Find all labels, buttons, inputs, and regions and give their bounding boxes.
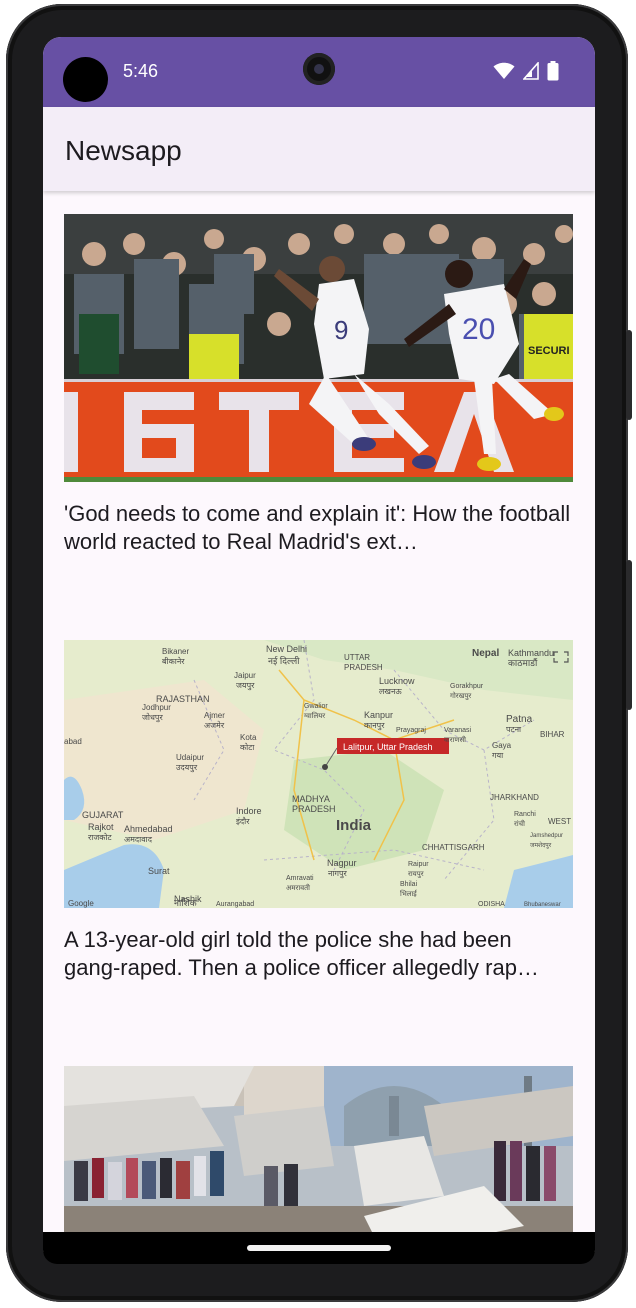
map-label: Rajkot [88,822,114,832]
player-number-20: 20 [462,313,495,346]
power-button [626,330,632,420]
map-label: PRADESH [344,663,383,672]
map-label: गया [492,751,504,760]
map-label: New Delhi [266,644,307,654]
map-label: CHHATTISGARH [422,843,485,852]
map-label: जयपुर [236,681,255,691]
article-list[interactable]: SECURI 9 20 'God needs to come and expla… [43,191,595,1263]
security-vest-text: SECURI [528,345,570,357]
map-label: रांची [514,819,525,828]
map-label: Bhubaneswar [524,902,561,908]
map-label: Prayagraj [396,727,426,734]
map-label: BIHAR [540,730,565,739]
map-label: abad [64,737,82,746]
map-label: Aurangabad [216,901,254,908]
article-title[interactable]: 'God needs to come and explain it': How … [64,500,573,556]
map-label: Jaipur [234,671,256,680]
map-label: Raipur [408,861,429,868]
map-label: Patna [506,714,533,725]
map-label: नाशिक [174,897,198,908]
map-label: GUJARAT [82,810,124,820]
map-label: Indore [236,806,262,816]
status-bar: 5:46 [43,37,595,107]
map-label: PRADESH [292,804,336,814]
map-label: वाराणसी [444,735,466,744]
app-bar: Newsapp [43,107,595,191]
map-label: Udaipur [176,753,204,762]
map-label: Amravati [286,875,314,882]
map-label: Kota [240,733,257,742]
map-label: India [336,817,372,834]
map-label: Lucknow [379,676,415,686]
device-screen: 5:46 Newsapp SECURI 9 20 'God needs to c… [43,37,595,1263]
map-label: Bikaner [162,647,189,656]
map-label: Gaya [492,741,512,750]
battery-icon [547,61,559,81]
map-label: गोरखपुर [450,691,471,700]
article-card[interactable]: Lalitpur, Uttar Pradesh Nepal Kathmandu का… [64,640,574,982]
map-label: अमरावती [286,883,310,892]
map-label: पटना [506,725,522,734]
map-label: Jodhpur [142,703,171,712]
map-label: राजकोट [88,832,112,842]
map-label: Nepal [472,648,499,659]
map-label: अमदावाद [124,835,153,844]
volume-button [626,560,632,710]
map-label: बीकानेर [162,656,185,666]
map-label: लखनऊ [379,687,402,696]
map-label: जमशेदपुर [530,841,552,849]
navigation-bar [43,1232,595,1264]
map-label: Nagpur [327,858,357,868]
map-label: WEST [548,817,571,826]
map-label: ग्वालियर [304,711,325,720]
signal-icon [523,62,539,80]
map-label: Ranchi [514,811,536,818]
front-camera-left [63,57,108,102]
map-label: Ajmer [204,711,225,720]
map-label: काठमाडौं [508,657,538,668]
map-label: MADHYA [292,794,330,804]
map-marker-label: Lalitpur, Uttar Pradesh [343,742,433,752]
map-label: भिलाई [400,889,418,898]
front-camera-center [303,53,335,85]
map-label: अजमेर [204,720,225,730]
map-label: ODISHA [478,901,505,908]
wifi-icon [493,62,515,79]
map-label: नई दिल्ली [268,655,300,666]
map-label: Jamshedpur [530,833,563,839]
map-label: कोटा [240,742,255,752]
map-label: कानपुर [364,721,385,731]
map-label: Kathmandu [508,648,554,658]
map-label: Kanpur [364,710,393,720]
status-time: 5:46 [123,61,159,81]
map-label: Gwalior [304,703,328,710]
map-label: इंदौर [236,816,250,826]
map-label: Ahmedabad [124,824,173,834]
home-gesture-handle[interactable] [247,1245,391,1251]
status-icons [493,61,559,81]
map-label: नागपुर [328,869,348,879]
map-label: Gorakhpur [450,683,484,690]
map-label: रायपुर [408,871,424,878]
app-title: Newsapp [65,135,182,166]
article-image-football[interactable]: SECURI 9 20 [64,214,573,482]
map-label: UTTAR [344,653,370,662]
map-label: Varanasi [444,727,472,734]
article-card[interactable]: SECURI 9 20 'God needs to come and expla… [64,214,574,556]
player-number-9: 9 [334,315,348,345]
map-label: Google [68,899,94,908]
map-label: जोधपुर [142,712,163,723]
map-label: उदयपुर [176,763,198,773]
article-title[interactable]: A 13-year-old girl told the police she h… [64,926,573,982]
map-label: Surat [148,866,170,876]
map-label: Bhilai [400,881,418,888]
map-label: JHARKHAND [490,793,539,802]
article-image-map[interactable]: Lalitpur, Uttar Pradesh Nepal Kathmanduका… [64,640,573,908]
